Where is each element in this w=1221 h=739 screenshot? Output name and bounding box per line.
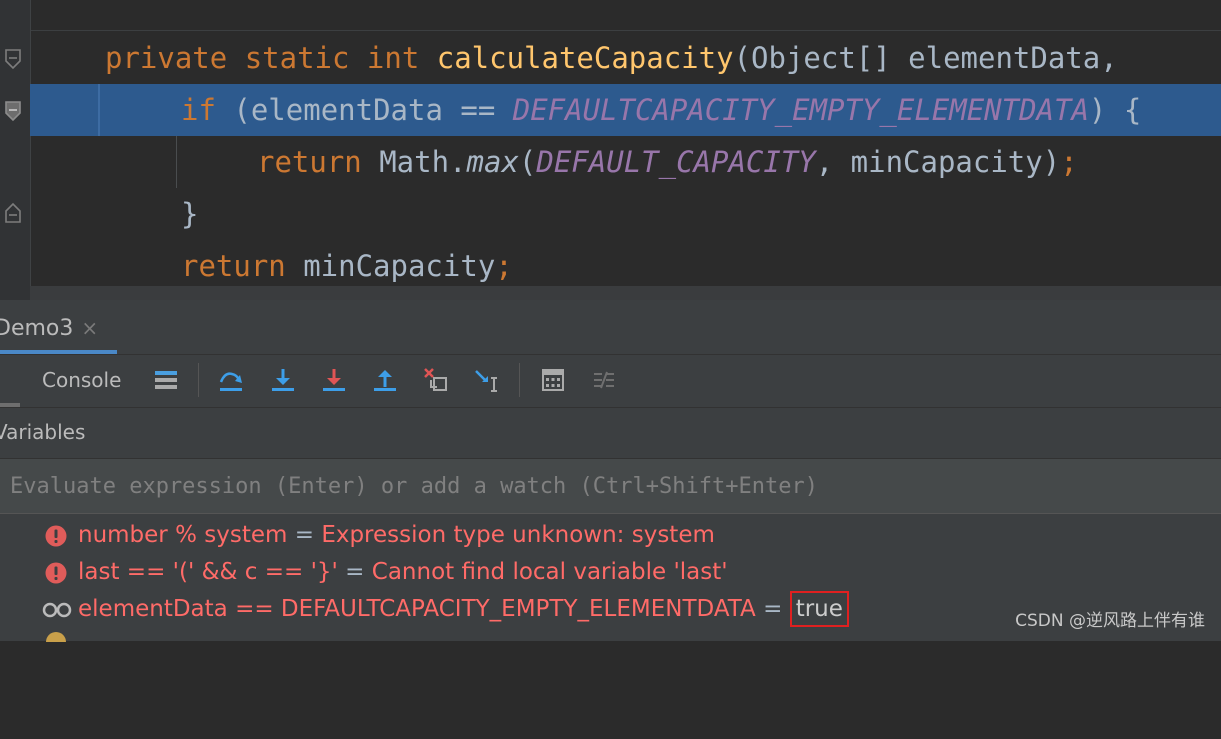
code-line-1[interactable]: private static int calculateCapacity(Obj… (30, 32, 1221, 84)
code-line-3[interactable]: return Math.max(DEFAULT_CAPACITY, minCap… (30, 136, 1221, 188)
code-token: ; (1060, 145, 1078, 179)
fold-open-icon[interactable] (4, 100, 22, 122)
code-token: DEFAULT_CAPACITY (536, 145, 816, 179)
watch-value: true (789, 591, 849, 627)
tab-demo3[interactable]: Demo3 × (0, 310, 108, 350)
toolbar-separator (519, 363, 520, 397)
code-line-content: return minCapacity; (181, 249, 513, 283)
code-token: if (181, 93, 234, 127)
watch-item[interactable]: last == '(' && c == '}' = Cannot find lo… (0, 554, 1221, 591)
code-token: private (105, 41, 245, 75)
code-line-content: private static int calculateCapacity(Obj… (105, 41, 1135, 75)
code-token: return (257, 145, 380, 179)
watch-expression: last == '(' && c == '}' (78, 559, 338, 585)
code-token: (elementData == (233, 93, 513, 127)
active-tab-indicator (0, 350, 117, 354)
fold-open-icon[interactable] (4, 48, 22, 70)
watch-equals: = (287, 522, 322, 548)
code-token: Math. (379, 145, 467, 179)
watch-error-message: Cannot find local variable 'last' (371, 559, 728, 585)
code-token: , minCapacity) (815, 145, 1061, 179)
current-line-marker (98, 84, 100, 136)
watch-item[interactable]: number % system = Expression type unknow… (0, 517, 1221, 554)
editor-top-border (30, 30, 1221, 31)
evaluate-expression-input[interactable] (8, 470, 1212, 502)
watch-expression: number % system (78, 522, 288, 548)
watch-equals: = (755, 596, 790, 622)
code-token: max (466, 145, 519, 179)
show-execution-point-icon[interactable] (153, 367, 179, 393)
debug-session-tabs: Demo3 × (0, 300, 1221, 355)
editor-gutter[interactable] (0, 0, 31, 300)
code-line-content: if (elementData == DEFAULTCAPACITY_EMPTY… (181, 93, 1141, 127)
code-editor[interactable]: private static int calculateCapacity(Obj… (0, 0, 1221, 300)
editor-top-strip (0, 0, 1221, 30)
console-tab-label: Console (42, 368, 122, 392)
fold-close-icon[interactable] (4, 202, 22, 224)
debug-tool-window: Demo3 × Console Variables Evaluate expre… (0, 300, 1221, 642)
variables-title: Variables (0, 420, 86, 444)
watch-equals: = (337, 559, 372, 585)
code-token: int (366, 41, 437, 75)
code-token: DEFAULTCAPACITY_EMPTY_ELEMENTDATA (512, 93, 1089, 127)
trace-stream-icon[interactable] (591, 367, 617, 393)
error-icon (45, 562, 67, 584)
code-line-4[interactable]: } (30, 188, 1221, 240)
variables-header: Variables (0, 408, 1221, 459)
watch-glasses-icon (42, 602, 72, 618)
evaluate-expression-bar (0, 459, 1221, 514)
error-icon (45, 525, 67, 547)
code-line-content: return Math.max(DEFAULT_CAPACITY, minCap… (257, 145, 1078, 179)
drop-frame-icon[interactable] (423, 367, 449, 393)
code-line-5[interactable]: return minCapacity; (30, 240, 1221, 292)
code-token: ) { (1088, 93, 1142, 127)
watch-expression: elementData == DEFAULTCAPACITY_EMPTY_ELE… (78, 596, 756, 622)
code-token: calculateCapacity (436, 41, 734, 75)
indent-guide (176, 136, 177, 188)
step-over-icon[interactable] (218, 367, 244, 393)
debug-toolbar: Console (0, 355, 1221, 408)
field-icon (46, 632, 66, 642)
tab-label: Demo3 (0, 316, 74, 341)
code-token: ( (518, 145, 537, 179)
code-line-2-current[interactable]: if (elementData == DEFAULTCAPACITY_EMPTY… (30, 84, 1221, 136)
toolbar-separator (198, 363, 199, 397)
force-step-into-icon[interactable] (321, 367, 347, 393)
code-token: return (181, 249, 304, 283)
step-out-icon[interactable] (372, 367, 398, 393)
tab-console[interactable]: Console (0, 355, 125, 407)
debugger-tab-indicator (0, 403, 20, 407)
run-to-cursor-icon[interactable] (474, 367, 500, 393)
code-token: (Object[] elementData, (733, 41, 1136, 75)
step-into-icon[interactable] (270, 367, 296, 393)
code-token: } (181, 197, 199, 231)
code-line-content: } (181, 197, 198, 231)
close-icon[interactable]: × (81, 316, 98, 340)
watermark: CSDN @逆风路上伴有谁 (1015, 611, 1205, 631)
code-token: static (244, 41, 367, 75)
watch-error-message: Expression type unknown: system (321, 522, 715, 548)
evaluate-expression-icon[interactable] (540, 367, 566, 393)
code-token: minCapacity (303, 249, 496, 283)
editor-horizontal-scrollbar[interactable] (30, 286, 1221, 300)
code-token: ; (495, 249, 513, 283)
